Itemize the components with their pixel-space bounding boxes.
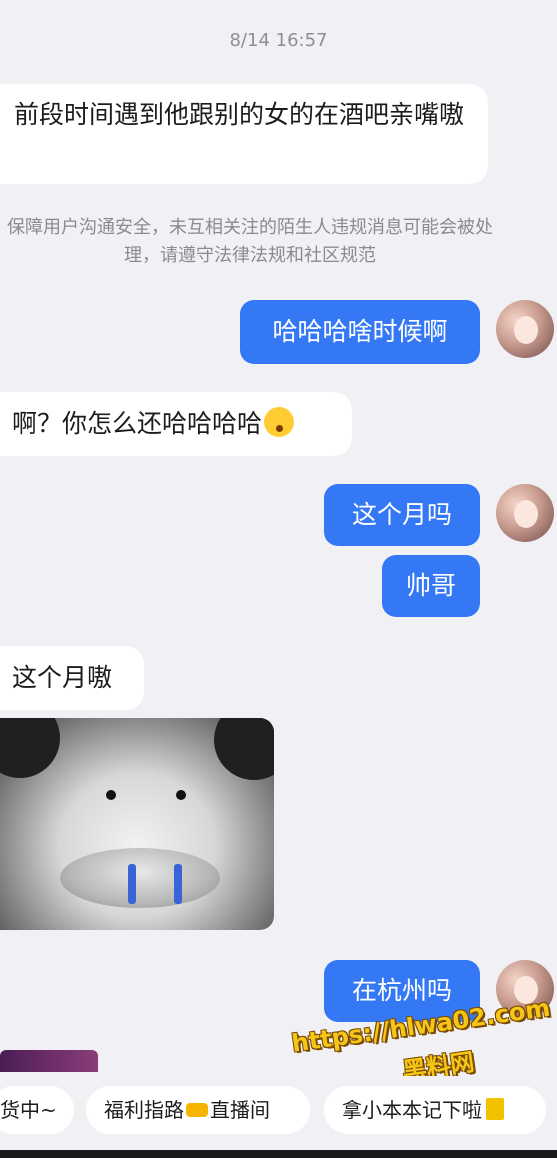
message-text: 在杭州吗 xyxy=(351,976,452,1005)
avatar-face xyxy=(514,316,538,344)
quick-reply-bar: 货中~ 福利指路 直播间 拿小本本记下啦 xyxy=(0,1076,557,1158)
sticker-eye-right xyxy=(176,790,186,800)
sticker-ear-right xyxy=(214,718,274,780)
message-text: 帅哥 xyxy=(405,571,456,600)
pointing-hand-emoji-icon xyxy=(186,1103,208,1117)
sticker-mouth xyxy=(60,848,220,908)
crying-panda-sticker-icon[interactable] xyxy=(0,718,274,930)
sticker-tear-right xyxy=(174,864,182,904)
avatar-face xyxy=(514,500,538,528)
incoming-message-bubble[interactable]: 啊？你怎么还哈哈哈哈 xyxy=(0,392,352,456)
shocked-face-emoji-icon xyxy=(264,407,295,437)
safety-notice: 保障用户沟通安全，未互相关注的陌生人违规消息可能会被处理，请遵守法律法规和社区规… xyxy=(7,217,493,266)
chip-label: 直播间 xyxy=(210,1098,270,1122)
incoming-message-bubble[interactable]: 前段时间遇到他跟别的女的在酒吧亲嘴嗷 xyxy=(0,84,488,184)
chip-label: 货中~ xyxy=(0,1098,57,1122)
notebook-emoji-icon xyxy=(486,1098,504,1120)
message-timestamp: 8/14 16:57 xyxy=(229,30,328,51)
sticker-tear-left xyxy=(128,864,136,904)
quick-reply-chip[interactable]: 拿小本本记下啦 xyxy=(324,1086,546,1134)
outgoing-message-bubble[interactable]: 哈哈哈啥时候啊 xyxy=(240,300,480,364)
incoming-message-bubble[interactable]: 这个月嗷 xyxy=(0,646,144,710)
message-text: 哈哈哈啥时候啊 xyxy=(272,317,448,346)
chip-label: 拿小本本记下啦 xyxy=(342,1098,482,1122)
message-text: 前段时间遇到他跟别的女的在酒吧亲嘴嗷 xyxy=(14,100,465,129)
sticker-eye-left xyxy=(106,790,116,800)
user-avatar-icon[interactable] xyxy=(496,484,554,542)
message-text: 这个月吗 xyxy=(351,500,452,529)
chip-label: 福利指路 xyxy=(104,1098,184,1122)
message-text: 啊？你怎么还哈哈哈哈 xyxy=(12,409,263,438)
quick-reply-chip[interactable]: 福利指路 直播间 xyxy=(86,1086,310,1134)
sticker-ear-left xyxy=(0,718,60,778)
message-text: 这个月嗷 xyxy=(12,663,113,692)
user-avatar-icon[interactable] xyxy=(496,300,554,358)
media-card-preview[interactable] xyxy=(0,1050,98,1072)
quick-reply-chip[interactable]: 货中~ xyxy=(0,1086,74,1134)
outgoing-message-bubble[interactable]: 帅哥 xyxy=(382,555,480,617)
bottom-edge-strip xyxy=(0,1150,557,1158)
outgoing-message-bubble[interactable]: 这个月吗 xyxy=(324,484,480,546)
